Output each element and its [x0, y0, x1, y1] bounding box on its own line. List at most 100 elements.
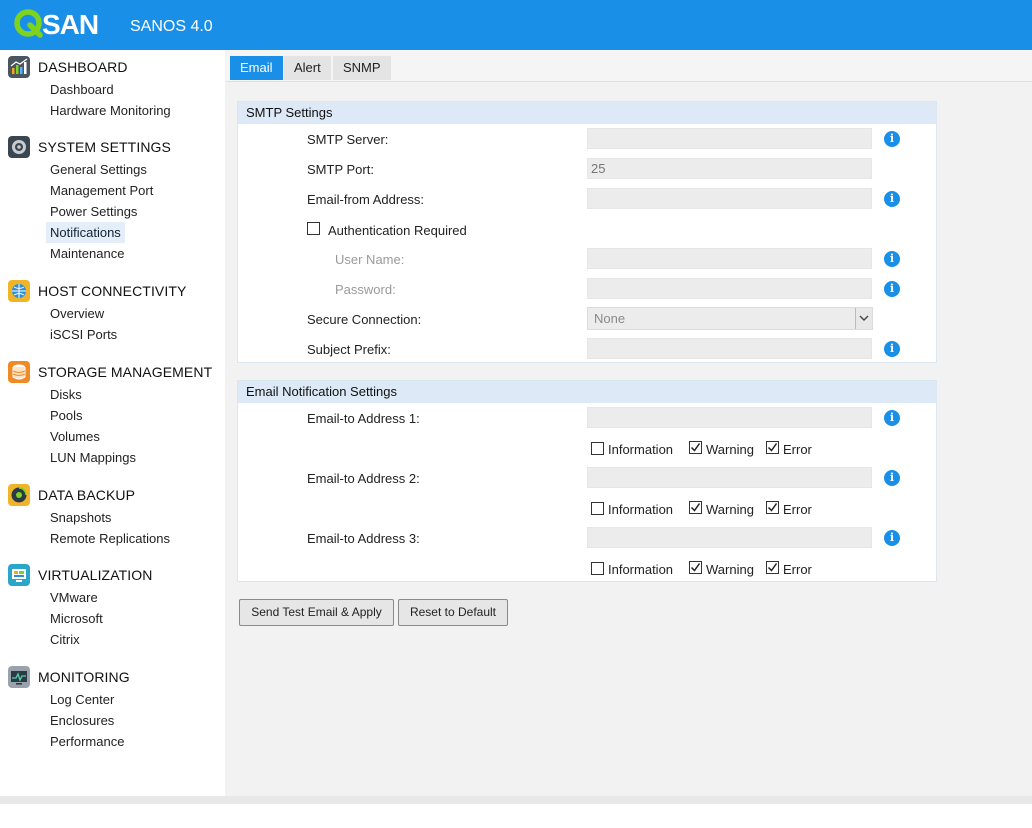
error-label: Error — [783, 562, 812, 577]
tab-alert[interactable]: Alert — [284, 56, 331, 80]
info-icon[interactable]: i — [884, 470, 900, 486]
nav-group-title: DASHBOARD — [38, 59, 128, 75]
nav-group-header[interactable]: DASHBOARD — [0, 56, 225, 78]
chevron-down-icon[interactable] — [855, 308, 872, 329]
sidebar-item-pools[interactable]: Pools — [46, 405, 87, 426]
tab-bar: Email Alert SNMP — [226, 50, 1032, 82]
sidebar-item-remote-replications[interactable]: Remote Replications — [46, 528, 174, 549]
info-icon[interactable]: i — [884, 251, 900, 267]
subject-prefix-input[interactable] — [587, 338, 872, 359]
reset-to-default-button[interactable]: Reset to Default — [398, 599, 508, 626]
nav-group-header[interactable]: HOST CONNECTIVITY — [0, 280, 225, 302]
error-checkbox[interactable] — [766, 441, 779, 454]
sidebar: DASHBOARD Dashboard Hardware Monitoring … — [0, 50, 225, 796]
nav-group-host-connectivity: HOST CONNECTIVITY Overview iSCSI Ports — [0, 280, 225, 345]
host-connectivity-icon — [8, 280, 30, 302]
secure-connection-label: Secure Connection: — [307, 312, 422, 327]
nav-group-virtualization: VIRTUALIZATION VMware Microsoft Citrix — [0, 564, 225, 650]
nav-group-system-settings: SYSTEM SETTINGS General Settings Managem… — [0, 136, 225, 264]
monitoring-icon — [8, 666, 30, 688]
secure-connection-select[interactable]: None — [587, 307, 873, 330]
sidebar-item-iscsi-ports[interactable]: iSCSI Ports — [46, 324, 121, 345]
warning-checkbox[interactable] — [689, 441, 702, 454]
information-checkbox[interactable] — [591, 502, 604, 515]
nav-group-title: SYSTEM SETTINGS — [38, 139, 171, 155]
dashboard-chart-icon — [8, 56, 30, 78]
sidebar-item-overview[interactable]: Overview — [46, 303, 108, 324]
checkmark-icon — [690, 563, 701, 572]
smtp-port-label: SMTP Port: — [307, 162, 374, 177]
email-to-address-2-label: Email-to Address 2: — [307, 471, 420, 486]
error-checkbox[interactable] — [766, 561, 779, 574]
email-from-input[interactable] — [587, 188, 872, 209]
sidebar-item-dashboard[interactable]: Dashboard — [46, 79, 118, 100]
sidebar-item-performance[interactable]: Performance — [46, 731, 128, 752]
sidebar-item-citrix[interactable]: Citrix — [46, 629, 84, 650]
product-name: SANOS 4.0 — [130, 18, 213, 35]
email-to-address-2-input[interactable] — [587, 467, 872, 488]
information-checkbox[interactable] — [591, 442, 604, 455]
app-header: SAN SANOS 4.0 — [0, 0, 1032, 50]
smtp-port-input[interactable]: 25 — [587, 158, 872, 179]
sidebar-item-microsoft[interactable]: Microsoft — [46, 608, 107, 629]
nav-group-header[interactable]: VIRTUALIZATION — [0, 564, 225, 586]
email-to-address-1-input[interactable] — [587, 407, 872, 428]
info-icon[interactable]: i — [884, 530, 900, 546]
error-checkbox[interactable] — [766, 501, 779, 514]
info-icon[interactable]: i — [884, 410, 900, 426]
footer — [0, 804, 1032, 828]
checkmark-icon — [767, 443, 778, 452]
sidebar-item-maintenance[interactable]: Maintenance — [46, 243, 128, 264]
warning-label: Warning — [706, 562, 754, 577]
storage-management-icon — [8, 361, 30, 383]
sidebar-item-management-port[interactable]: Management Port — [46, 180, 157, 201]
tab-email[interactable]: Email — [230, 56, 283, 80]
information-checkbox[interactable] — [591, 562, 604, 575]
warning-checkbox[interactable] — [689, 561, 702, 574]
qsan-logo-icon: SAN — [14, 9, 99, 40]
nav-group-data-backup: DATA BACKUP Snapshots Remote Replication… — [0, 484, 225, 549]
error-label: Error — [783, 442, 812, 457]
info-icon[interactable]: i — [884, 281, 900, 297]
sidebar-item-notifications[interactable]: Notifications — [46, 222, 125, 243]
tab-snmp[interactable]: SNMP — [333, 56, 391, 80]
nav-group-header[interactable]: DATA BACKUP — [0, 484, 225, 506]
warning-checkbox[interactable] — [689, 501, 702, 514]
smtp-server-label: SMTP Server: — [307, 132, 389, 147]
sidebar-item-log-center[interactable]: Log Center — [46, 689, 118, 710]
sidebar-item-hardware-monitoring[interactable]: Hardware Monitoring — [46, 100, 175, 121]
virtualization-icon — [8, 564, 30, 586]
authentication-required-checkbox[interactable] — [307, 222, 320, 235]
nav-group-title: VIRTUALIZATION — [38, 567, 153, 583]
info-icon[interactable]: i — [884, 131, 900, 147]
sidebar-item-power-settings[interactable]: Power Settings — [46, 201, 141, 222]
warning-label: Warning — [706, 442, 754, 457]
sidebar-item-enclosures[interactable]: Enclosures — [46, 710, 118, 731]
nav-group-header[interactable]: MONITORING — [0, 666, 225, 688]
password-input[interactable] — [587, 278, 872, 299]
information-label: Information — [608, 562, 674, 577]
email-to-address-1-label: Email-to Address 1: — [307, 411, 420, 426]
secure-connection-value: None — [594, 311, 626, 326]
nav-group-storage-management: STORAGE MANAGEMENT Disks Pools Volumes L… — [0, 361, 225, 468]
username-input[interactable] — [587, 248, 872, 269]
sidebar-item-volumes[interactable]: Volumes — [46, 426, 104, 447]
nav-group-header[interactable]: STORAGE MANAGEMENT — [0, 361, 225, 383]
username-label: User Name: — [335, 252, 405, 267]
svg-text:SAN: SAN — [42, 9, 98, 40]
email-to-address-3-input[interactable] — [587, 527, 872, 548]
sidebar-item-lun-mappings[interactable]: LUN Mappings — [46, 447, 140, 468]
info-icon[interactable]: i — [884, 341, 900, 357]
sidebar-item-general-settings[interactable]: General Settings — [46, 159, 151, 180]
sidebar-item-vmware[interactable]: VMware — [46, 587, 102, 608]
system-settings-icon — [8, 136, 30, 158]
nav-group-header[interactable]: SYSTEM SETTINGS — [0, 136, 225, 158]
info-icon[interactable]: i — [884, 191, 900, 207]
send-test-email-apply-button[interactable]: Send Test Email & Apply — [239, 599, 394, 626]
sidebar-item-snapshots[interactable]: Snapshots — [46, 507, 115, 528]
warning-label: Warning — [706, 502, 754, 517]
sidebar-item-disks[interactable]: Disks — [46, 384, 86, 405]
nav-group-monitoring: MONITORING Log Center Enclosures Perform… — [0, 666, 225, 752]
smtp-server-input[interactable] — [587, 128, 872, 149]
email-to-address-3-label: Email-to Address 3: — [307, 531, 420, 546]
